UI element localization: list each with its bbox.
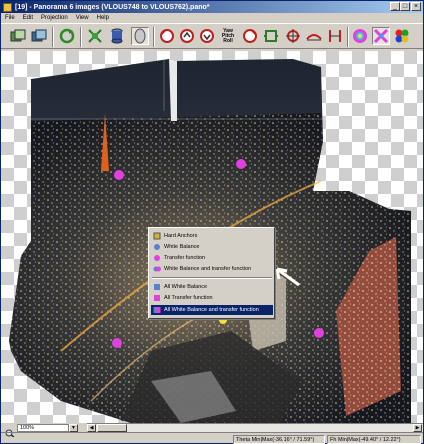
ctx-label: White Balance and transfer function: [164, 266, 252, 272]
menu-projection[interactable]: Projection: [37, 15, 72, 21]
refresh-button[interactable]: [58, 27, 76, 45]
menu-view[interactable]: View: [72, 15, 93, 21]
cylinder-button[interactable]: [108, 27, 126, 45]
vertical-line-icon: [329, 30, 341, 42]
yaw-pitch-roll-button[interactable]: Yaw Pitch Roll: [219, 27, 237, 45]
blend-button[interactable]: [372, 27, 390, 45]
sphere-button[interactable]: [131, 27, 149, 45]
refresh-icon: [59, 28, 75, 44]
pitch-up-icon: [180, 29, 194, 43]
pitch-down-button[interactable]: [198, 27, 216, 45]
ctx-hard-anchors[interactable]: Hard Anchors: [151, 231, 273, 241]
zoom-dropdown-button[interactable]: ▼: [69, 424, 78, 432]
ctx-label: Transfer function: [164, 255, 206, 261]
control-points-button[interactable]: [284, 27, 302, 45]
white-balance-transfer-icon: [153, 265, 161, 273]
toolbar-separator: [153, 27, 155, 47]
output-icon: [395, 29, 409, 43]
expand-icon: [264, 30, 278, 42]
ctx-label: All Transfer function: [164, 295, 213, 301]
ctx-all-transfer-function[interactable]: All Transfer function: [151, 293, 273, 303]
add-images-icon: [10, 29, 26, 42]
menu-separator: [152, 277, 272, 279]
status-theta: Theta Min|Max(-36.16° / 71.59°): [233, 435, 325, 444]
image-marker[interactable]: [236, 159, 246, 169]
window-title: [19] - Panorama 6 images (VLOUS748 to VL…: [15, 3, 210, 11]
rotate-left-icon: [160, 29, 174, 43]
pitch-down-icon: [200, 29, 214, 43]
ctx-label: All White Balance: [164, 284, 208, 290]
fit-button[interactable]: [86, 27, 104, 45]
minimize-button[interactable]: _: [390, 2, 400, 11]
status-fov: Fh Min|Max(-49.40° / 12.22°): [327, 435, 421, 444]
expand-button[interactable]: [262, 27, 280, 45]
ctx-transfer-function[interactable]: Transfer function: [151, 253, 273, 263]
rotate-right-icon: [243, 29, 257, 43]
ctx-label: All White Balance and transfer function: [164, 307, 259, 313]
maximize-button[interactable]: □: [400, 2, 410, 11]
images-stack-icon: [31, 29, 47, 42]
color-correction-button[interactable]: [351, 27, 369, 45]
title-bar[interactable]: [19] - Panorama 6 images (VLOUS748 to VL…: [1, 1, 423, 13]
add-images-button[interactable]: [9, 27, 27, 45]
close-button[interactable]: ×: [411, 2, 421, 11]
application-window: [19] - Panorama 6 images (VLOUS748 to VL…: [0, 0, 424, 444]
ctx-label: Hard Anchors: [164, 233, 198, 239]
ctx-white-balance-transfer[interactable]: White Balance and transfer function: [151, 264, 273, 274]
rotate-left-button[interactable]: [158, 27, 176, 45]
toolbar: Yaw Pitch Roll: [1, 23, 423, 49]
image-marker[interactable]: [114, 170, 124, 180]
ctx-all-white-balance-transfer[interactable]: All White Balance and transfer function: [151, 305, 273, 315]
color-wheel-icon: [353, 29, 367, 43]
zoom-select[interactable]: 100%: [17, 424, 69, 432]
panorama-canvas[interactable]: Hard Anchors White Balance Transfer func…: [1, 51, 423, 423]
image-marker[interactable]: [112, 338, 122, 348]
crosshair-icon: [286, 29, 300, 43]
transfer-function-icon: [153, 254, 161, 262]
menu-bar: File Edit Projection View Help: [1, 13, 423, 23]
toolbar-separator: [347, 27, 349, 47]
menu-edit[interactable]: Edit: [19, 15, 37, 21]
all-white-balance-icon: [153, 283, 161, 291]
all-transfer-function-icon: [153, 294, 161, 302]
toolbar-separator: [52, 27, 54, 47]
scroll-left-button[interactable]: ◀: [87, 424, 96, 432]
ctx-all-white-balance[interactable]: All White Balance: [151, 282, 273, 292]
horizon-icon: [306, 34, 322, 41]
toolbar-separator: [80, 27, 82, 47]
ctx-label: White Balance: [164, 244, 200, 250]
fit-icon: [88, 29, 102, 43]
image-marker[interactable]: [314, 328, 324, 338]
vertical-line-button[interactable]: [326, 27, 344, 45]
cylinder-icon: [111, 28, 123, 44]
zoom-icon[interactable]: [5, 424, 15, 438]
menu-help[interactable]: Help: [93, 15, 113, 21]
rotate-right-button[interactable]: [241, 27, 259, 45]
pitch-up-button[interactable]: [178, 27, 196, 45]
scroll-right-button[interactable]: ▶: [413, 424, 422, 432]
horizon-button[interactable]: [305, 27, 323, 45]
app-icon: [3, 2, 12, 12]
context-menu: Hard Anchors White Balance Transfer func…: [148, 227, 275, 319]
white-balance-icon: [153, 243, 161, 251]
menu-file[interactable]: File: [1, 15, 19, 21]
horizontal-scrollbar[interactable]: ◀ ▶: [87, 423, 423, 432]
scroll-thumb[interactable]: [97, 424, 127, 432]
yaw-pitch-roll-label: Yaw Pitch Roll: [221, 27, 235, 44]
zoom-value: 100%: [20, 425, 35, 431]
output-button[interactable]: [393, 27, 411, 45]
anchor-icon: [153, 232, 161, 240]
sphere-icon: [134, 28, 146, 44]
ctx-white-balance[interactable]: White Balance: [151, 242, 273, 252]
status-bar: Theta Min|Max(-36.16° / 71.59°) Fh Min|M…: [1, 432, 423, 444]
blend-icon: [373, 28, 389, 44]
all-white-balance-transfer-icon: [153, 306, 161, 314]
save-images-button[interactable]: [30, 27, 48, 45]
